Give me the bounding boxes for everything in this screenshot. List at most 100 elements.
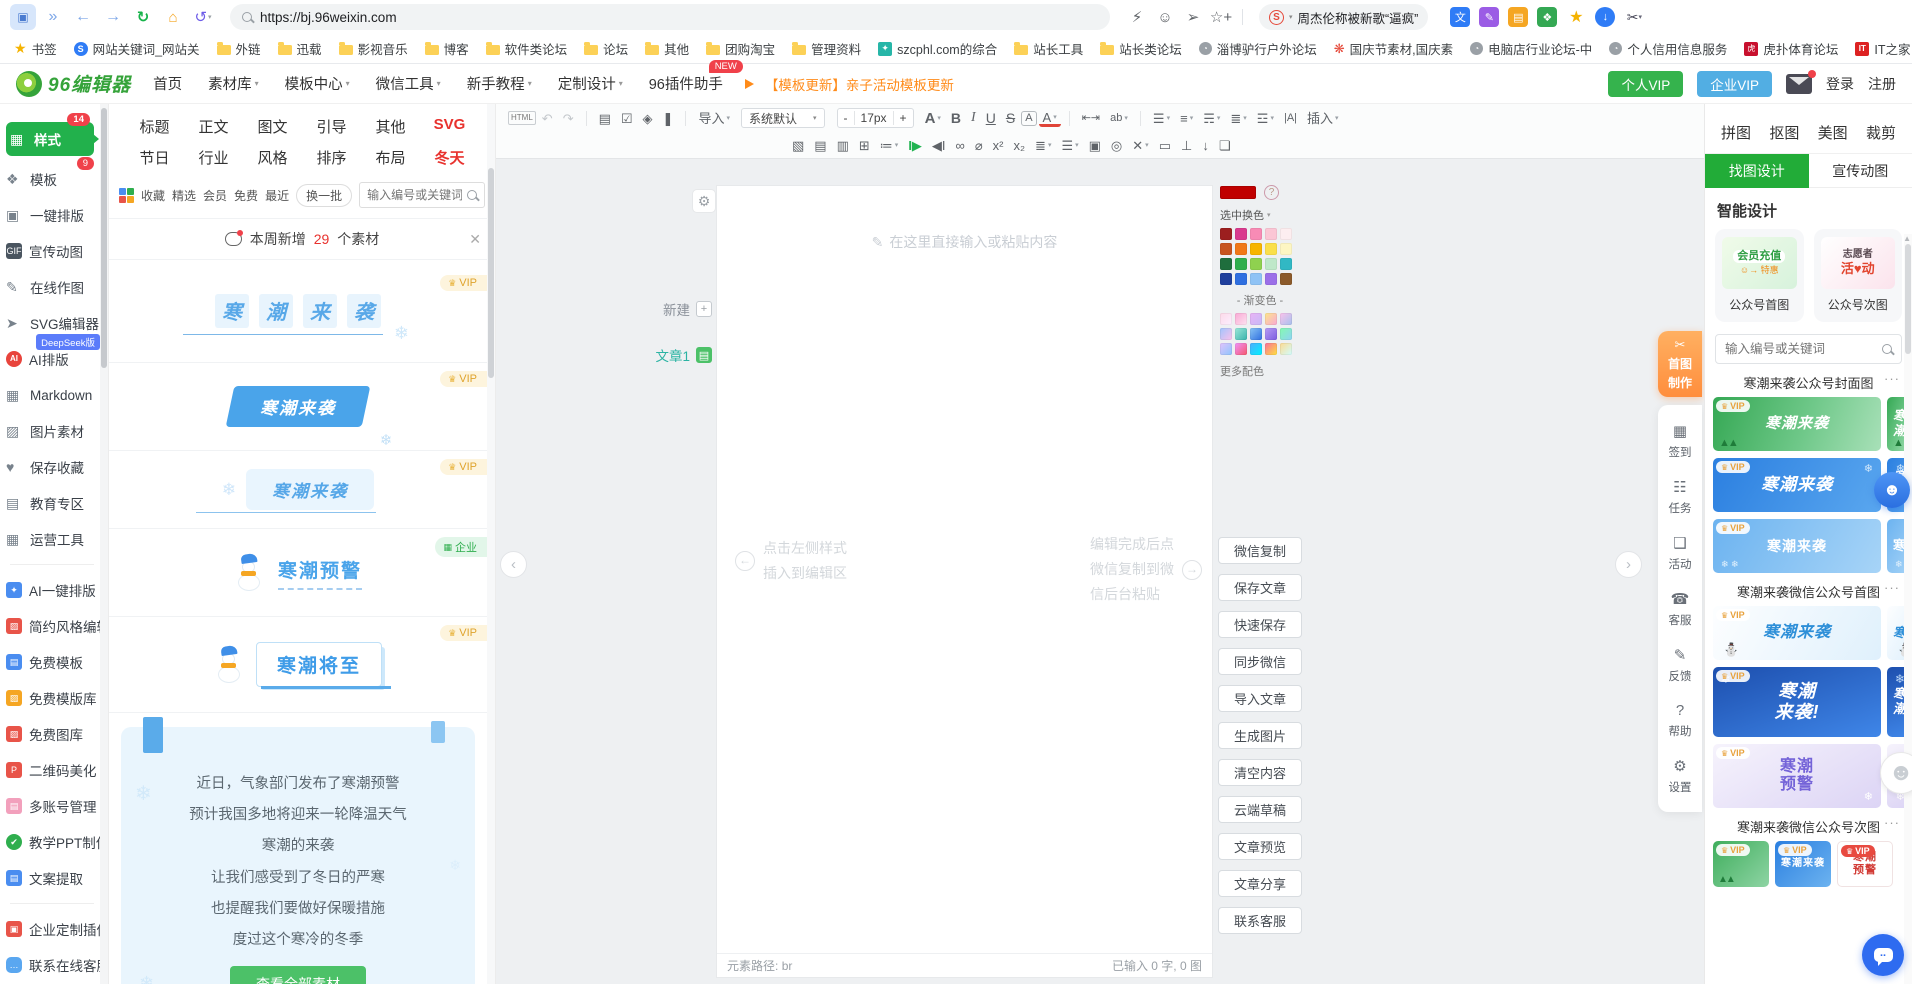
sidebar-item[interactable]: ✔ ✔ 教学PPT制作 [6,829,98,855]
material-search[interactable] [359,182,485,208]
bookmark-item[interactable]: IT IT之家 [1855,39,1910,58]
gradient-swatch[interactable] [1235,313,1247,325]
toolbar-icon-button[interactable]: ☴▾ [1199,110,1224,127]
extension-icon[interactable]: ▤ [1508,7,1528,27]
sidebar-item[interactable]: ▨ 图片素材 [6,418,98,444]
browser-action-icon[interactable]: ☺ [1152,4,1178,30]
material-tab[interactable]: 引导 [302,116,361,137]
sidebar-item[interactable]: ▨ ▨ 简约风格编辑 [6,613,98,639]
more-icon[interactable]: ··· [1884,580,1900,595]
scrollbar-thumb[interactable] [488,168,494,378]
color-swatch[interactable] [1280,273,1292,285]
toolbar-text-button[interactable]: S [1002,109,1019,127]
sidebar-item[interactable]: ▣ 一键排版 [6,202,98,228]
bookmark-item[interactable]: 外链 [217,39,261,58]
gradient-swatch[interactable] [1235,343,1247,355]
action-button[interactable]: 云端草稿 [1218,796,1302,823]
gradient-swatch[interactable] [1220,328,1232,340]
sidebar-item[interactable]: ♥ 保存收藏 [6,454,98,480]
design-thumbnail[interactable]: VIP 寒潮来袭! [1713,667,1881,737]
action-button[interactable]: 生成图片 [1218,722,1302,749]
bookmark-item[interactable]: 迅载 [278,39,322,58]
customer-service-float-button[interactable]: ☻ [1874,472,1910,508]
personal-vip-button[interactable]: 个人VIP [1608,71,1683,97]
sidebar-item[interactable]: ▣ ▣ 企业定制插件 [6,916,98,942]
gradient-swatch[interactable] [1235,328,1247,340]
toolbar-icon-button[interactable]: ↓ [1198,137,1213,154]
material-tab[interactable]: 布局 [361,147,420,168]
view-all-materials-button[interactable]: 查看全部素材 [230,966,366,984]
extension-icon[interactable]: ✂▾ [1624,7,1644,27]
material-scrollbar[interactable] [487,104,495,984]
bookmark-item[interactable]: ★ 书签 [14,39,57,58]
toolbar-icon-button[interactable]: ⊥ [1177,137,1196,154]
toolbar-icon-button[interactable]: ⇤⇥ [1078,111,1104,126]
color-swatch[interactable] [1220,228,1232,240]
sidebar-item[interactable]: ➤ SVG编辑器 [6,310,98,336]
color-swatch[interactable] [1250,258,1262,270]
toolbar-icon-button[interactable]: ◀I [928,137,950,154]
cover-maker-button[interactable]: ✂ 首图制作 [1658,331,1702,397]
design-tool-tab[interactable]: 抠图 [1769,122,1799,143]
color-swatch[interactable] [1220,258,1232,270]
material-tab[interactable]: SVG [420,116,479,137]
action-button[interactable]: 保存文章 [1218,574,1302,601]
toolbar-icon-button[interactable]: ❏ [1215,137,1235,154]
design-thumbnail[interactable]: VIP 寒潮预警 [1713,744,1881,808]
sidebar-item[interactable]: ▨ ▨ 免费模版库 [6,685,98,711]
toolbar-icon-button[interactable]: ↷ [559,110,578,127]
sidebar-item[interactable]: … … 联系在线客服 [6,952,98,978]
smart-design-card[interactable]: 志愿者 活♥动 公众号次图 [1814,229,1903,322]
nav-item[interactable]: 模板中心 ▾ [285,73,350,94]
sidebar-item[interactable]: ▨ ▨ 免费图库 [6,721,98,747]
design-tool-tab[interactable]: 裁剪 [1866,122,1896,143]
material-item-1[interactable]: VIP 寒潮 来袭 [109,267,487,363]
shuffle-button[interactable]: 换一批 [296,184,352,207]
action-button[interactable]: 清空内容 [1218,759,1302,786]
toolbar-icon-button[interactable]: ☰▾ [1149,110,1174,127]
color-swatch[interactable] [1235,273,1247,285]
material-tab[interactable]: 其他 [361,116,420,137]
toolbar-icon-button[interactable]: ↶ [538,110,557,127]
gradient-swatch[interactable] [1265,343,1277,355]
bookmark-item[interactable]: ◔ 淄博驴行户外论坛 [1199,39,1317,58]
action-button[interactable]: 同步微信 [1218,648,1302,675]
browser-nav-icon[interactable]: ▣ [10,4,36,30]
color-swatch[interactable] [1235,228,1247,240]
color-swatch[interactable] [1250,243,1262,255]
extension-icon[interactable]: ↓ [1595,7,1615,27]
rail-item[interactable]: ☷ 任务 [1658,469,1702,525]
material-tab[interactable]: 正文 [184,116,243,137]
sidebar-item[interactable]: ▤ ▤ 多账号管理 [6,793,98,819]
bookmark-item[interactable]: 虎 虎扑体育论坛 [1744,39,1838,58]
toolbar-icon-button[interactable]: ≣▾ [1226,110,1250,127]
editor-canvas[interactable]: ✎ 在这里直接输入或粘贴内容 ← 点击左侧样式插入到编辑区 编辑完成后点微信复制… [716,185,1213,978]
sidebar-item[interactable]: ✦ ✦ AI一键排版 [6,577,98,603]
color-swatch[interactable] [1265,258,1277,270]
toolbar-icon-button[interactable]: ▤ [810,137,830,154]
design-search[interactable] [1715,334,1902,364]
sidebar-item[interactable]: ▤ 教育专区 [6,490,98,516]
toolbar-icon-button[interactable]: ≣▾ [1031,137,1055,154]
chat-float-button[interactable]: ‥ [1862,934,1904,976]
gradient-swatch[interactable] [1265,313,1277,325]
help-icon[interactable]: ? [1264,185,1279,200]
gradient-swatch[interactable] [1280,328,1292,340]
current-color-swatch[interactable] [1220,186,1256,199]
sidebar-item[interactable]: ✎ 在线作图 [6,274,98,300]
browser-nav-icon[interactable]: ↺▾ [190,4,216,30]
toolbar-text-button[interactable]: U [982,109,1000,127]
toolbar-icon-button[interactable]: ❚ [659,110,678,127]
login-link[interactable]: 登录 [1826,74,1854,94]
font-family-select[interactable]: 系统默认▾ [741,108,825,128]
font-size-stepper[interactable]: -17px+ [837,108,914,128]
toolbar-text-button[interactable]: B [947,109,965,127]
extension-icon[interactable]: 文 [1450,7,1470,27]
material-tab[interactable]: 排序 [302,147,361,168]
bookmark-item[interactable]: 博客 [425,39,469,58]
color-swatch[interactable] [1220,243,1232,255]
material-tab[interactable]: 行业 [184,147,243,168]
nav-item[interactable]: 素材库 ▾ [208,73,259,94]
toolbar-icon-button[interactable]: ⊞ [855,137,874,154]
more-icon[interactable]: ··· [1884,815,1900,830]
